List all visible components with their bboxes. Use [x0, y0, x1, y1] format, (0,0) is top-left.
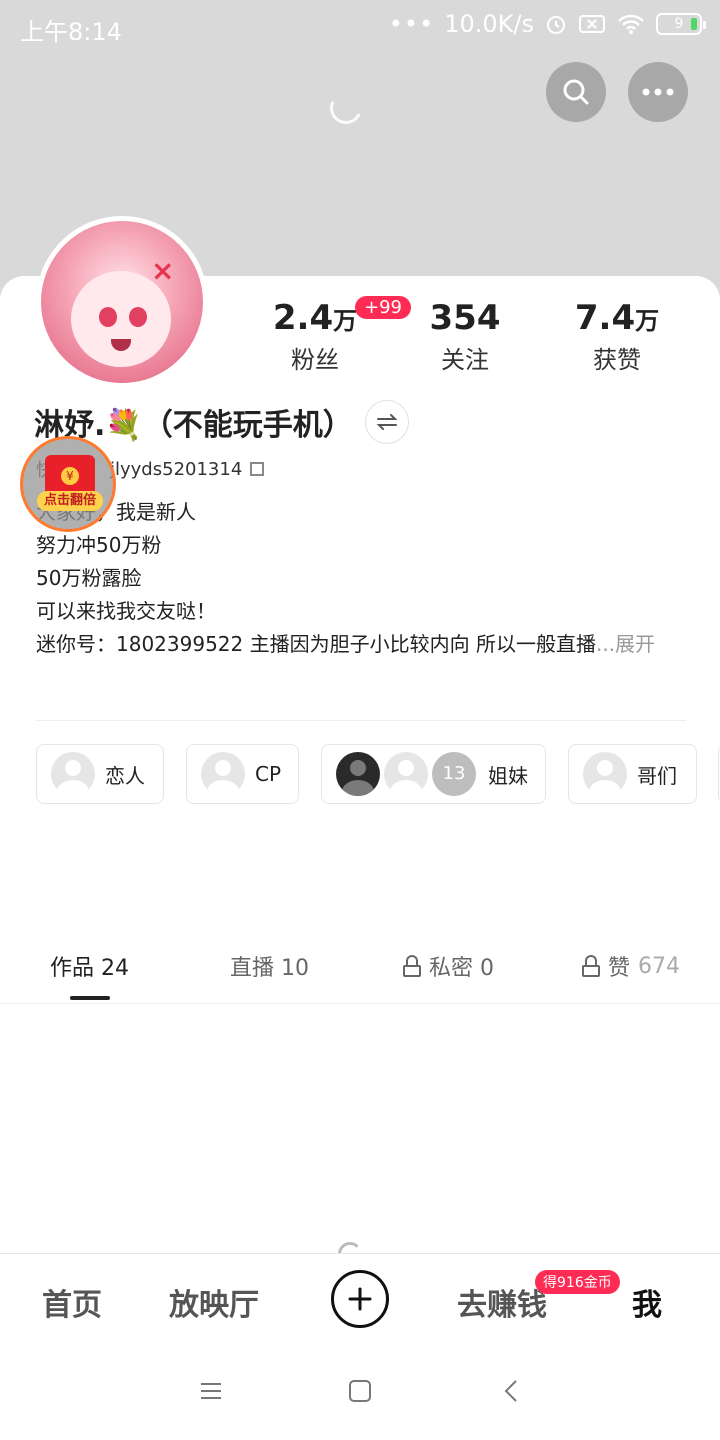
nickname-row: 淋妤.💐（不能玩手机） [34, 400, 409, 444]
following-count: 354 [429, 298, 501, 338]
nav-theater[interactable]: 放映厅 [169, 1280, 259, 1324]
profile-stats: 2.4万 +99 粉丝 354 关注 7.4万 获赞 [240, 296, 710, 378]
create-button[interactable] [331, 1270, 389, 1328]
bio-expand-link[interactable]: 展开 [615, 632, 655, 656]
more-dots-icon [642, 88, 674, 96]
swap-arrows-icon [376, 414, 398, 430]
bio-line: 努力冲50万粉 [36, 533, 162, 557]
active-tab-indicator [70, 996, 110, 1000]
more-notifications-icon: ••• [388, 10, 435, 38]
relation-label: 恋人 [105, 763, 145, 788]
bio-line-last: 迷你号：1802399522 主播因为胆子小比较内向 所以一般直播...展开 [36, 632, 656, 656]
battery-level: 9 [674, 16, 684, 32]
hair-ribbon-icon: × [151, 254, 175, 287]
sim-off-icon [579, 15, 605, 33]
likes-tab-count: 674 [638, 953, 681, 979]
plus-icon [348, 1287, 372, 1311]
content-tabs: 作品 24 直播 10 私密 0 赞 674 [0, 936, 720, 1004]
tab-private[interactable]: 私密 0 [403, 950, 494, 982]
empty-avatar-icon [51, 752, 95, 796]
status-icons: ••• 10.0K/s 9 [388, 10, 706, 38]
qr-code-icon[interactable] [250, 462, 265, 476]
relation-label: 哥们 [637, 763, 677, 788]
tab-live[interactable]: 直播 10 [230, 950, 309, 982]
relation-label: CP [255, 762, 282, 786]
menu-icon[interactable] [199, 1379, 223, 1403]
nav-home[interactable]: 首页 [42, 1280, 102, 1324]
nav-me[interactable]: 我 [632, 1280, 662, 1324]
stat-followers[interactable]: 2.4万 +99 粉丝 [240, 296, 411, 375]
system-navigation-bar [0, 1345, 720, 1440]
back-icon[interactable] [500, 1379, 524, 1403]
following-label: 关注 [441, 346, 489, 374]
stat-likes[interactable]: 7.4万 获赞 [542, 298, 692, 375]
divider [36, 720, 686, 721]
bio-line: 大家好，我是新人 [36, 500, 196, 524]
empty-avatar-icon [384, 752, 428, 796]
relation-label: 姐妹 [488, 763, 528, 788]
likes-label: 获赞 [593, 346, 641, 374]
bio-line: 50万粉露脸 [36, 566, 142, 590]
likes-count: 7.4 [574, 298, 636, 338]
switch-account-button[interactable] [364, 400, 409, 444]
followers-label: 粉丝 [291, 346, 339, 374]
status-time: 上午8:14 [20, 18, 122, 46]
red-packet-float[interactable]: ¥ 点击翻倍 [20, 436, 116, 532]
wifi-icon [618, 14, 644, 34]
relation-sisters[interactable]: 13 姐妹 [321, 744, 546, 804]
lock-icon [582, 955, 600, 977]
nav-earn[interactable]: 去赚钱 [457, 1280, 547, 1324]
bio-line: 可以来找我交友哒！ [36, 599, 216, 623]
bottom-navigation: 首页 放映厅 去赚钱 得916金币 我 [0, 1253, 720, 1345]
profile-avatar[interactable]: × [36, 216, 208, 388]
more-button[interactable] [628, 62, 688, 122]
alarm-icon [547, 16, 565, 34]
relation-count: 13 [432, 752, 476, 796]
relationship-row: 恋人 CP 13 姐妹 哥们 [36, 744, 720, 804]
earn-coins-badge: 得916金币 [535, 1270, 620, 1294]
status-bar: 上午8:14 ••• 10.0K/s 9 [0, 0, 720, 52]
coin-icon: ¥ [61, 467, 79, 485]
home-square-icon[interactable] [348, 1379, 372, 1403]
search-icon [563, 79, 589, 105]
friend-avatar [336, 752, 380, 796]
empty-avatar-icon [583, 752, 627, 796]
followers-count: 2.4 [272, 298, 334, 338]
lock-icon [403, 955, 421, 977]
bio-ellipsis: ... [595, 632, 616, 656]
red-packet-label: 点击翻倍 [37, 491, 103, 511]
tab-likes[interactable]: 赞 674 [582, 950, 680, 982]
battery-icon: 9 [656, 13, 706, 35]
network-speed: 10.0K/s [444, 10, 534, 38]
profile-bio: 大家好，我是新人 努力冲50万粉 50万粉露脸 可以来找我交友哒！ 迷你号：18… [36, 496, 686, 661]
relation-cp[interactable]: CP [186, 744, 299, 804]
tab-works[interactable]: 作品 24 [50, 950, 129, 982]
relation-lover[interactable]: 恋人 [36, 744, 164, 804]
user-id: jlyyds5201314 [110, 458, 243, 480]
stat-following[interactable]: 354 关注 [390, 298, 540, 375]
empty-avatar-icon [201, 752, 245, 796]
relation-brothers[interactable]: 哥们 [568, 744, 697, 804]
search-button[interactable] [546, 62, 606, 122]
